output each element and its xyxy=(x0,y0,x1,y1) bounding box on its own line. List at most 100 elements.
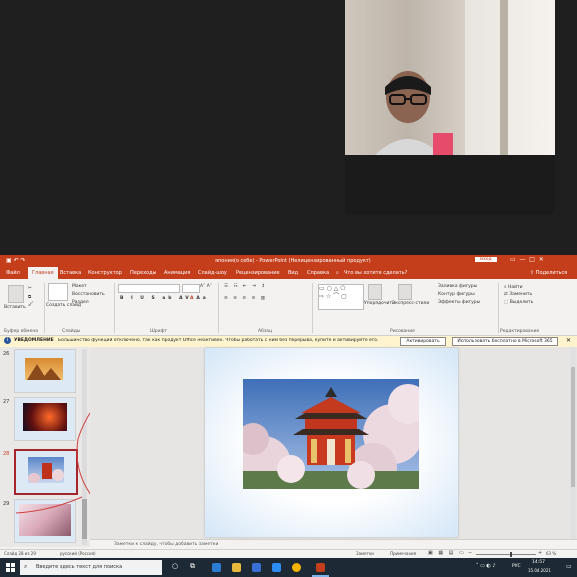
tab-review[interactable]: Рецензирование xyxy=(236,270,280,276)
edge-icon[interactable] xyxy=(212,563,221,572)
notes-button[interactable]: Заметки xyxy=(356,551,374,556)
font-size-select[interactable] xyxy=(182,284,200,293)
share-label: Поделиться xyxy=(535,270,568,276)
info-icon: i xyxy=(4,337,11,344)
comments-button[interactable]: Примечания xyxy=(390,551,416,556)
input-language[interactable]: РУС xyxy=(512,564,521,569)
tab-help[interactable]: Справка xyxy=(307,270,329,276)
windows-start-icon[interactable] xyxy=(6,563,15,572)
search-icon: ⌕ xyxy=(24,563,28,570)
arrange-label[interactable]: Упорядочить xyxy=(364,301,395,306)
webcam-image xyxy=(345,0,555,155)
quick-styles-label[interactable]: Экспресс-стили xyxy=(392,301,429,306)
group-clipboard-label: Буфер обмена xyxy=(4,329,39,334)
zoom-slider[interactable] xyxy=(476,552,536,557)
pagoda-image xyxy=(243,379,419,489)
new-slide-icon[interactable] xyxy=(48,283,68,301)
tab-design[interactable]: Конструктор xyxy=(88,270,122,276)
mail-icon[interactable] xyxy=(272,563,281,572)
title-bar: ▣ ↶ ↷ япония(о себе) - PowerPoint (Нелиц… xyxy=(0,255,577,267)
shape-fill-button[interactable]: Заливка фигуры xyxy=(438,284,477,289)
notes-placeholder[interactable]: Заметки к слайду, чтобы добавить заметки xyxy=(114,542,218,547)
font-name-select[interactable] xyxy=(118,284,180,293)
activate-button[interactable]: Активировать xyxy=(400,337,446,346)
save-icon[interactable]: ▣ ↶ ↷ xyxy=(6,257,26,264)
copy-icon[interactable]: ⧉ xyxy=(28,294,31,300)
group-slides-label: Слайды xyxy=(62,329,81,334)
signin-button[interactable]: Вход xyxy=(475,257,497,262)
slide-editing-area xyxy=(90,347,577,539)
reset-button[interactable]: Восстановить xyxy=(72,292,105,297)
window-controls-icon[interactable]: ▭ — □ ✕ xyxy=(510,256,544,263)
font-color-icon[interactable]: A xyxy=(190,296,193,301)
tell-me-input[interactable]: Что вы хотите сделать? xyxy=(344,270,407,276)
taskbar-search-box[interactable]: ⌕ Введите здесь текст для поиска xyxy=(20,560,162,575)
tab-slideshow[interactable]: Слайд-шоу xyxy=(198,270,227,276)
ribbon-tabs: Файл Главная Вставка Конструктор Переход… xyxy=(0,267,577,279)
person-avatar xyxy=(375,71,441,155)
cut-icon[interactable]: ✂ xyxy=(28,286,32,291)
close-icon[interactable]: ✕ xyxy=(566,337,571,344)
quick-styles-icon[interactable] xyxy=(398,284,412,300)
font-format-icons[interactable]: B I U S ab AV Aa xyxy=(120,296,209,301)
tab-file[interactable]: Файл xyxy=(6,270,20,276)
find-label: Найти xyxy=(507,285,523,290)
store-icon[interactable] xyxy=(252,563,261,572)
view-buttons-icon[interactable]: ▣ ▦ ▤ ▭ xyxy=(428,550,466,556)
group-font-label: Шрифт xyxy=(150,329,168,334)
shapes-gallery[interactable]: ▭ ○ △ ⬠ ⇨ ☆ ⌒ ▢ xyxy=(318,284,364,310)
tray-icons[interactable]: ˄ ▭ ◐ ♪ xyxy=(476,563,496,569)
tab-view[interactable]: Вид xyxy=(288,270,298,276)
notifications-icon[interactable]: ▭ xyxy=(566,563,572,570)
paste-label[interactable]: Вставить xyxy=(4,305,26,310)
video-call-panel xyxy=(345,0,555,215)
clock-date[interactable]: 15.04.2021 xyxy=(528,568,551,573)
share-button[interactable]: ⇪ Поделиться xyxy=(530,270,567,276)
file-explorer-icon[interactable] xyxy=(232,563,241,572)
zoom-level[interactable]: 63 % xyxy=(546,551,556,556)
find-button[interactable]: ⌕ Найти xyxy=(504,284,523,290)
windows-taskbar: ⌕ Введите здесь текст для поиска ○ ⧉ ˄ ▭… xyxy=(0,558,577,577)
paste-icon[interactable] xyxy=(8,285,24,303)
clipboard-group: Вставить ✂ ⧉ 🖌 xyxy=(4,283,44,331)
select-button[interactable]: ⬚ Выделить xyxy=(504,300,533,305)
chrome-icon[interactable] xyxy=(292,563,301,572)
group-editing-label: Редактирование xyxy=(500,329,540,334)
group-drawing-label: Рисование xyxy=(390,329,415,334)
replace-button[interactable]: ⇄ Заменить xyxy=(504,292,532,297)
align-icons[interactable]: ≡ ≡ ≡ ≡ ▥ xyxy=(224,296,267,301)
search-icon[interactable]: ⌕ xyxy=(336,270,339,276)
powerpoint-taskbar-icon[interactable] xyxy=(316,563,325,572)
layout-button[interactable]: Макет xyxy=(72,284,87,289)
zoom-out-icon[interactable]: − xyxy=(468,550,472,556)
pagoda-photo[interactable] xyxy=(243,379,419,489)
tab-animations[interactable]: Анимация xyxy=(164,270,190,276)
editor-scrollbar[interactable] xyxy=(570,347,576,539)
shape-outline-button[interactable]: Контур фигуры xyxy=(438,292,475,297)
notice-message: Большинство функций отключено, так как п… xyxy=(58,338,379,343)
section-button[interactable]: Раздел xyxy=(72,300,89,305)
task-view-icon[interactable]: ⧉ xyxy=(190,562,195,571)
shape-effects-button[interactable]: Эффекты фигуры xyxy=(438,300,480,305)
tab-home[interactable]: Главная xyxy=(28,267,58,279)
notice-title: УВЕДОМЛЕНИЕ xyxy=(14,338,54,343)
arrange-icon[interactable] xyxy=(368,284,382,300)
cortana-icon[interactable]: ○ xyxy=(172,562,178,570)
clock-time[interactable]: 14:57 xyxy=(532,560,545,565)
list-icons[interactable]: ☰ ☷ ⇤ ⇥ ↕ xyxy=(224,284,267,289)
select-label: Выделить xyxy=(509,300,534,305)
trial-button[interactable]: Использовать бесплатно в Microsoft 365 xyxy=(452,337,558,346)
tab-insert[interactable]: Вставка xyxy=(60,270,81,276)
taskbar-search-placeholder: Введите здесь текст для поиска xyxy=(36,564,123,570)
tab-transitions[interactable]: Переходы xyxy=(130,270,157,276)
current-slide[interactable] xyxy=(205,348,458,537)
format-painter-icon[interactable]: 🖌 xyxy=(28,302,34,307)
slide-counter: Слайд 28 из 29 xyxy=(4,551,36,556)
zoom-in-icon[interactable]: + xyxy=(538,550,542,556)
replace-label: Заменить xyxy=(509,292,533,297)
slide-thumbnail-pane: 26 27 28 29 xyxy=(0,347,119,547)
ribbon: Вставить ✂ ⧉ 🖌 Буфер обмена Создать слай… xyxy=(0,279,577,336)
language-indicator[interactable]: русский (Россия) xyxy=(60,551,96,556)
font-grow-icon[interactable]: A˄ A˅ xyxy=(200,284,212,289)
group-paragraph-label: Абзац xyxy=(258,329,273,334)
